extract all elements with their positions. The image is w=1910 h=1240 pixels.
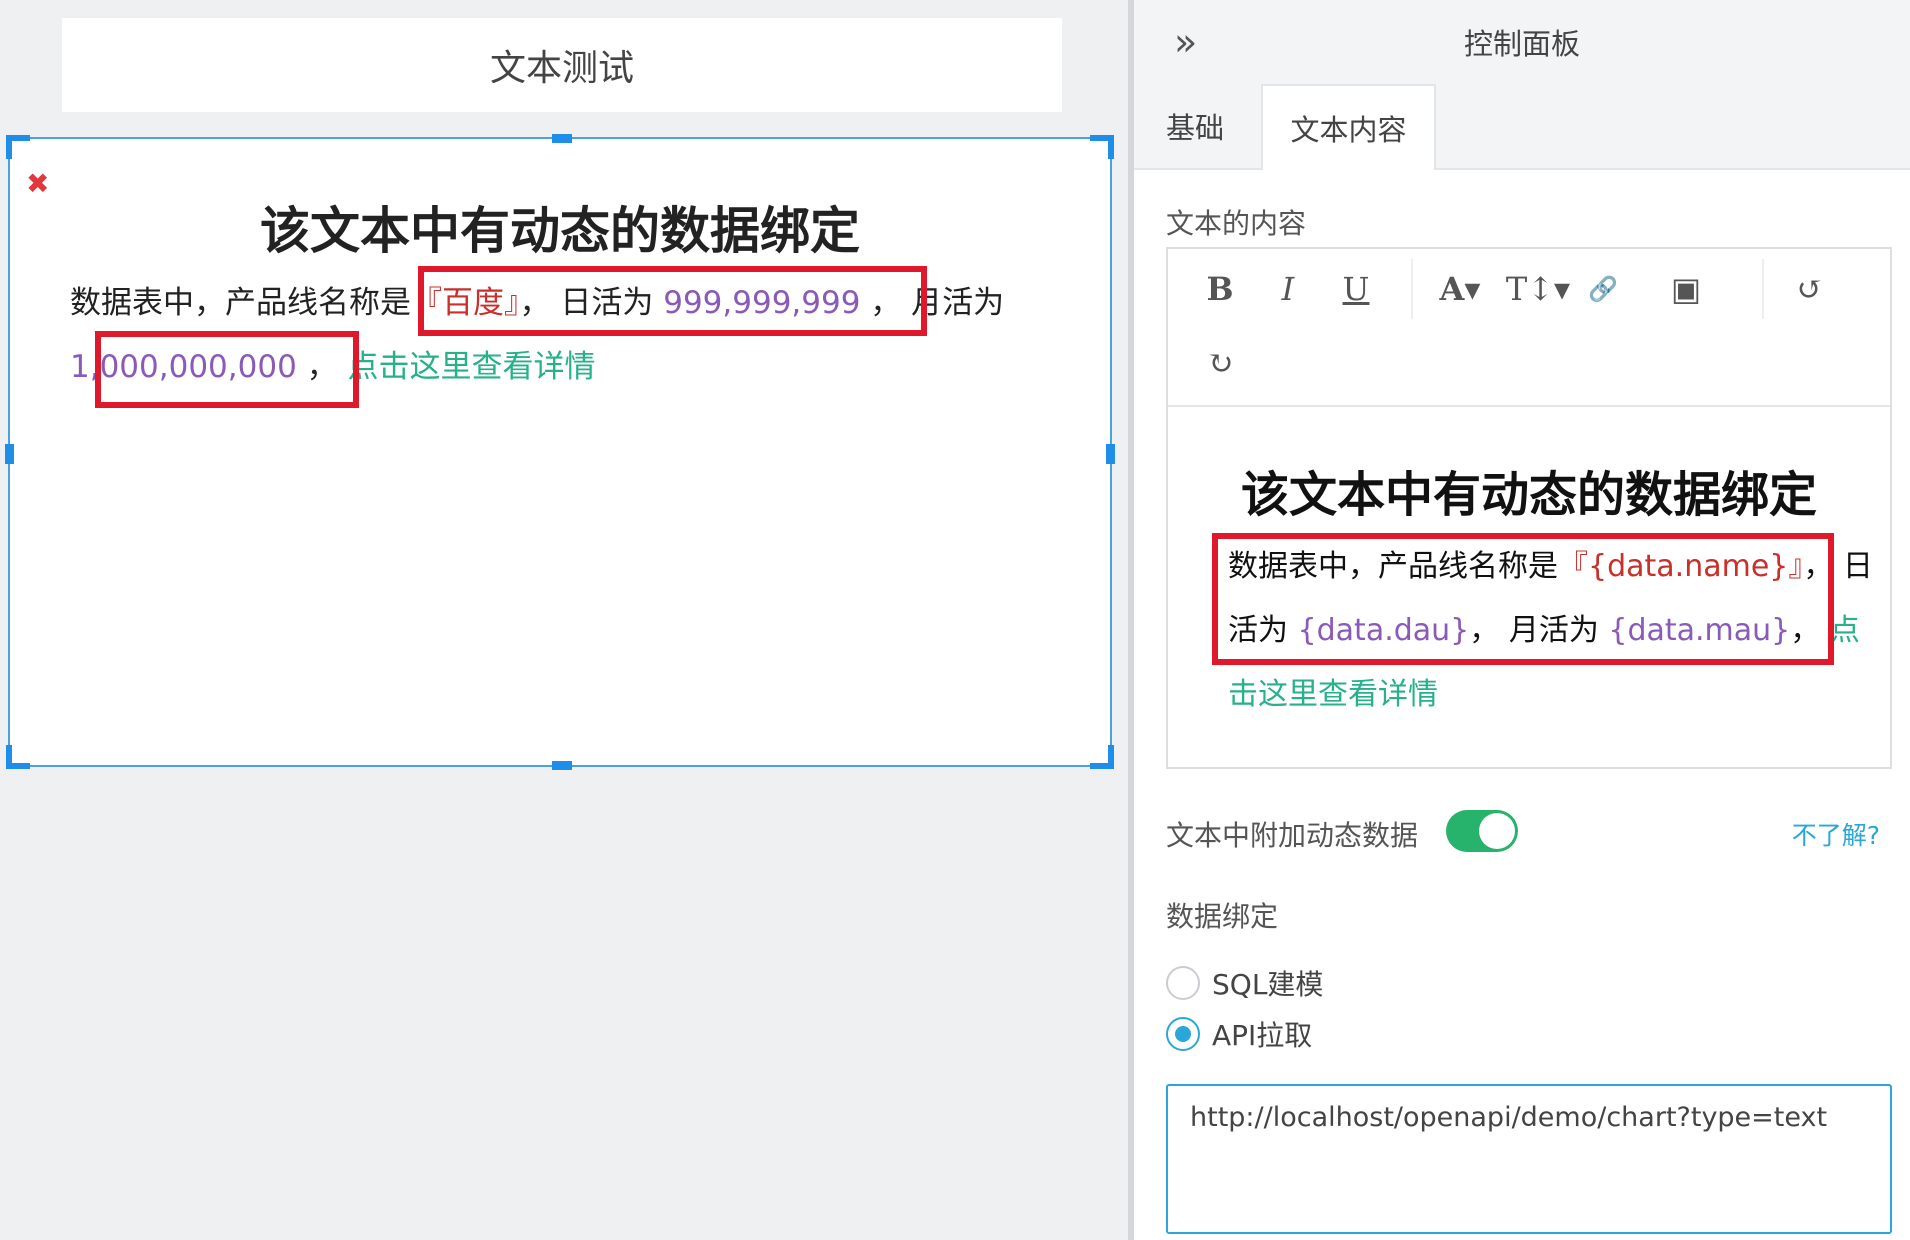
italic-button[interactable]: I [1258, 259, 1318, 319]
separator: ， 月活为 [1469, 613, 1609, 648]
text-widget[interactable]: ✖ 该文本中有动态的数据绑定 数据表中，产品线名称是『百度』， 日活为 999,… [5, 134, 1115, 770]
editor-toolbar: B I U A▾ T↕▾ 🔗 ▣ ↺ ↻ [1168, 249, 1890, 407]
panel-title: 控制面板 [1463, 27, 1580, 61]
canvas-title[interactable]: 文本测试 [62, 18, 1062, 112]
help-link[interactable]: 不了解? [1792, 816, 1880, 852]
widget-heading: 该文本中有动态的数据绑定 [260, 202, 860, 260]
toggle-label: 文本中附加动态数据 [1166, 819, 1419, 852]
para-text: 月活为 [911, 285, 1005, 321]
content-label: 文本的内容 [1166, 207, 1307, 240]
dynamic-data-toggle-row: 文本中附加动态数据 不了解? [1166, 810, 1890, 860]
resize-handle-right[interactable] [1106, 444, 1115, 464]
radio-sql-modeling[interactable]: SQL建模 [1166, 962, 1323, 1004]
resize-handle-left[interactable] [5, 444, 14, 464]
dau-template: {data.dau} [1297, 613, 1470, 648]
underline-button[interactable]: U [1326, 259, 1386, 319]
resize-handle-top-left[interactable] [6, 135, 30, 159]
resize-handle-bottom-left[interactable] [6, 745, 30, 769]
tab-text-content[interactable]: 文本内容 [1261, 84, 1436, 170]
para-text: 数据表中，产品线名称是 [1228, 549, 1558, 584]
toolbar-divider [1411, 259, 1413, 319]
radio-label: API拉取 [1212, 1019, 1313, 1052]
double-chevron-right-icon[interactable]: » [1174, 20, 1197, 64]
resize-handle-bottom-right[interactable] [1090, 745, 1114, 769]
resize-handle-bottom[interactable] [552, 761, 572, 770]
name-template: 『{data.name}』 [1558, 549, 1804, 584]
radio-button[interactable] [1166, 1017, 1200, 1051]
bold-button[interactable]: B [1190, 259, 1250, 319]
para-text: 日活为 [550, 285, 664, 321]
toolbar-divider [1762, 259, 1764, 319]
separator: ， [519, 285, 551, 321]
control-panel: » 控制面板 基础 文本内容 文本的内容 B I U A▾ T↕▾ 🔗 ▣ ↺ … [1128, 0, 1910, 1240]
image-icon[interactable]: ▣ [1656, 259, 1716, 319]
editor-paragraph: 数据表中，产品线名称是『{data.name}』， 日活为 {data.dau}… [1228, 535, 1878, 727]
radio-label: SQL建模 [1212, 968, 1324, 1001]
editor-heading: 该文本中有动态的数据绑定 [1240, 467, 1817, 523]
toggle-knob [1479, 813, 1515, 849]
dynamic-data-toggle[interactable] [1446, 810, 1518, 852]
radio-button[interactable] [1166, 966, 1200, 1000]
editor-content[interactable]: 该文本中有动态的数据绑定 数据表中，产品线名称是『{data.name}』， 日… [1168, 405, 1890, 767]
font-size-button[interactable]: T↕▾ [1506, 259, 1570, 319]
separator: ， [1803, 549, 1834, 584]
rich-text-editor: B I U A▾ T↕▾ 🔗 ▣ ↺ ↻ 该文本中有动态的数据绑定 数据表中，产… [1166, 247, 1892, 769]
binding-label: 数据绑定 [1166, 900, 1279, 933]
tab-basic[interactable]: 基础 [1166, 84, 1266, 168]
dau-value: 999,999,999 [663, 285, 861, 321]
separator: ， [296, 349, 338, 385]
api-url-input[interactable] [1166, 1084, 1892, 1234]
design-canvas: 文本测试 ✖ 该文本中有动态的数据绑定 数据表中，产品线名称是『百度』， 日活为… [0, 0, 1128, 1240]
mau-value: 1,000,000,000 [70, 349, 297, 385]
separator: ， [860, 285, 902, 321]
mau-template: {data.mau} [1608, 613, 1791, 648]
resize-handle-top[interactable] [552, 134, 572, 143]
link-icon[interactable]: 🔗 [1573, 259, 1633, 319]
para-text: 数据表中，产品线名称是 [70, 285, 411, 321]
resize-handle-top-right[interactable] [1090, 135, 1114, 159]
panel-tabs: 基础 文本内容 [1134, 84, 1910, 170]
panel-header: » 控制面板 [1134, 0, 1910, 84]
widget-paragraph: 数据表中，产品线名称是『百度』， 日活为 999,999,999 ， 月活为 1… [70, 271, 1010, 399]
undo-icon[interactable]: ↺ [1780, 259, 1840, 319]
radio-api-fetch[interactable]: API拉取 [1166, 1013, 1312, 1055]
redo-icon[interactable]: ↻ [1190, 333, 1250, 393]
font-color-button[interactable]: A▾ [1430, 259, 1490, 319]
details-link[interactable]: 点击这里查看详情 [348, 349, 596, 385]
name-value: 『百度』 [411, 285, 520, 321]
separator: ， [1790, 613, 1821, 648]
